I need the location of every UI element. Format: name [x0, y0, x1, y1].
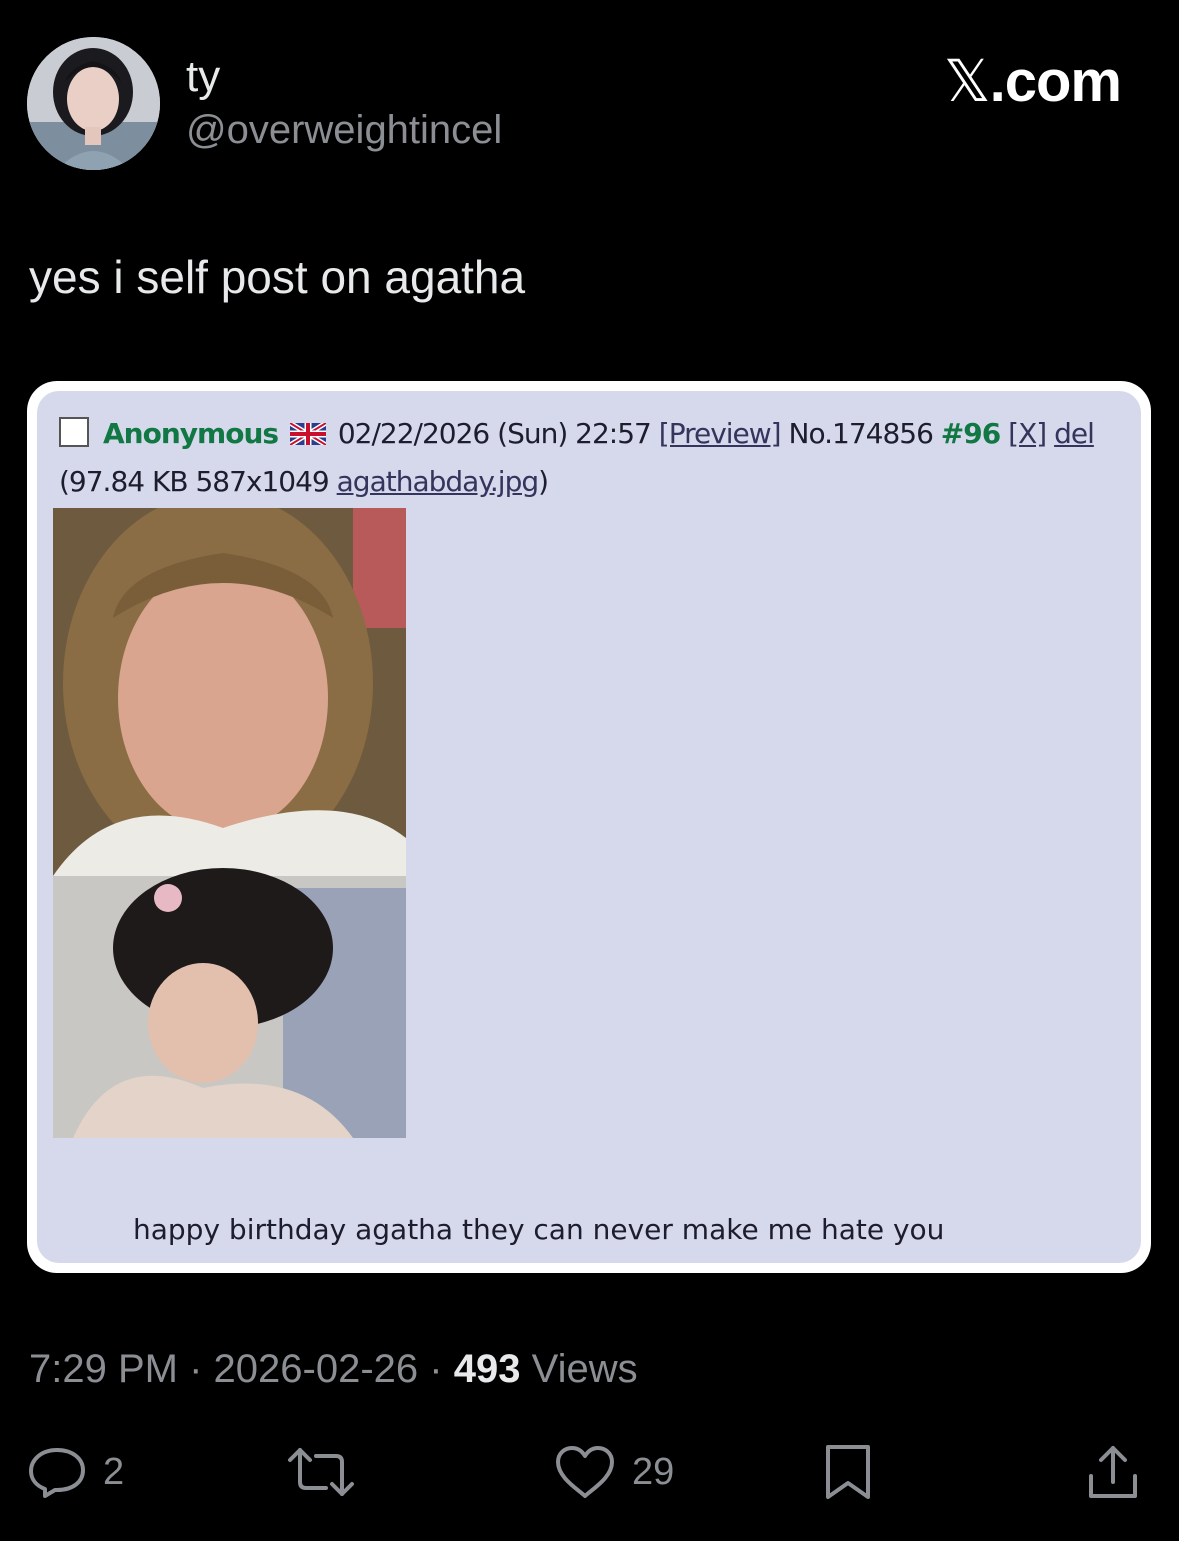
- reply-count: 2: [103, 1450, 125, 1493]
- tweet-date: 2026-02-26: [213, 1347, 419, 1391]
- x-brand-glyph: 𝕏: [943, 47, 991, 115]
- meta-separator: ·: [189, 1347, 203, 1391]
- brand-suffix: .com: [989, 49, 1122, 114]
- file-info: (97.84 KB 587x1049 agathabday.jpg): [59, 465, 549, 498]
- post-select-checkbox: [59, 417, 89, 447]
- author-display-name[interactable]: ty: [186, 52, 220, 102]
- bookmark-button[interactable]: [822, 1440, 874, 1504]
- preview-link: [Preview]: [658, 417, 782, 450]
- post-datetime: 02/22/2026 (Sun) 22:57: [337, 417, 652, 450]
- tweet-text: yes i self post on agatha: [29, 251, 526, 303]
- file-name-link: agathabday.jpg: [336, 465, 539, 498]
- tweet-time: 7:29 PM: [29, 1347, 178, 1391]
- views-count: 493: [453, 1347, 521, 1391]
- delete-x-link: [X]: [1008, 417, 1047, 450]
- uk-flag-icon: [289, 423, 326, 445]
- file-meta: (97.84 KB 587x1049: [59, 465, 330, 498]
- bookmark-icon: [826, 1445, 870, 1499]
- retweet-icon: [288, 1448, 354, 1496]
- post-number: No.174856: [788, 417, 934, 450]
- share-button[interactable]: [1085, 1440, 1141, 1504]
- post-comment: happy birthday agatha they can never mak…: [133, 1213, 945, 1246]
- author-handle[interactable]: @overweightincel: [186, 108, 502, 153]
- like-button[interactable]: 29: [554, 1440, 674, 1504]
- avatar[interactable]: [27, 37, 160, 170]
- reply-button[interactable]: 2: [27, 1440, 124, 1504]
- views-label: Views: [531, 1347, 638, 1391]
- like-icon: [556, 1446, 614, 1498]
- reply-reference: #96: [940, 417, 1001, 450]
- meta-separator: ·: [429, 1347, 443, 1391]
- file-meta-close: ): [538, 465, 549, 498]
- imageboard-post: Anonymous 02/22/2026 (Sun) 22:57 [Previe…: [37, 391, 1141, 1263]
- retweet-button[interactable]: [286, 1440, 356, 1504]
- x-logo: 𝕏.com: [943, 47, 1122, 115]
- reply-icon: [29, 1448, 85, 1498]
- like-count: 29: [632, 1450, 675, 1493]
- tweet-meta: 7:29 PM · 2026-02-26 · 493 Views: [29, 1347, 638, 1392]
- media-card[interactable]: Anonymous 02/22/2026 (Sun) 22:57 [Previe…: [27, 381, 1151, 1273]
- poster-name: Anonymous: [103, 417, 279, 450]
- post-attached-image: [53, 508, 406, 1138]
- share-icon: [1089, 1446, 1137, 1498]
- del-link: del: [1054, 417, 1095, 450]
- post-header: Anonymous 02/22/2026 (Sun) 22:57 [Previe…: [59, 417, 1095, 450]
